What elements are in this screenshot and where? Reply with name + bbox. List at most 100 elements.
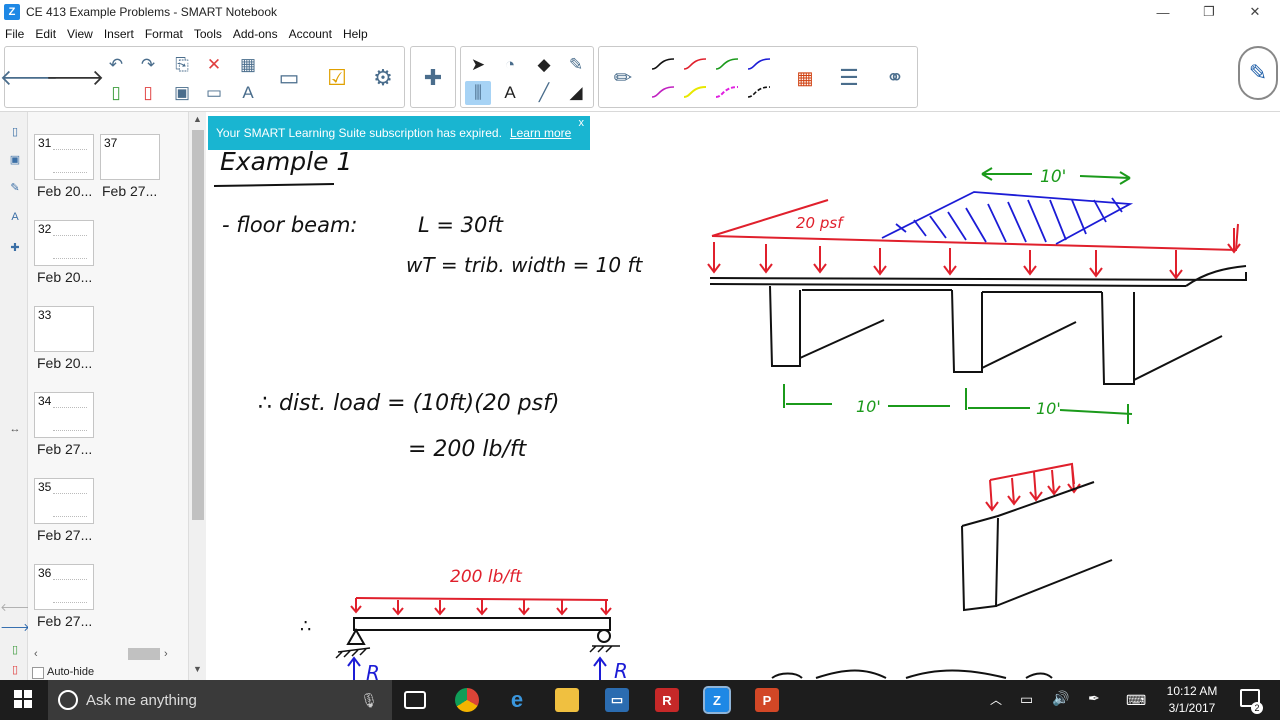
menu-addons[interactable]: Add-ons bbox=[228, 27, 284, 41]
forward-arrow-icon[interactable]: 🡒 bbox=[46, 51, 105, 105]
restore-button[interactable]: ❐ bbox=[1186, 0, 1232, 24]
toolbar-group-pens: ✏ ▦ ☰ ⚭ bbox=[598, 46, 918, 108]
gallery-tab-icon[interactable]: ▣ bbox=[6, 150, 24, 168]
pen-dashed-magenta-icon[interactable] bbox=[715, 85, 739, 99]
page-thumbnail[interactable]: 36 bbox=[34, 564, 94, 610]
scroll-up-icon[interactable]: ▲ bbox=[193, 114, 202, 124]
minimize-button[interactable]: — bbox=[1140, 0, 1186, 24]
notebook-canvas[interactable]: Example 1 - floor beam: L = 30ft wT = tr… bbox=[206, 112, 1280, 680]
pen-mode-icon[interactable]: ✎ bbox=[1238, 46, 1278, 100]
vertical-scrollbar[interactable]: ▲ ▼ bbox=[188, 112, 206, 680]
addons-icon[interactable]: ✚ bbox=[413, 51, 453, 105]
response-icon[interactable]: ☑ bbox=[317, 51, 357, 105]
properties-tab-icon[interactable]: A bbox=[6, 208, 24, 226]
close-button[interactable]: ✕ bbox=[1232, 0, 1278, 24]
screen-shade-icon[interactable]: ▭ bbox=[201, 81, 227, 105]
move-right-icon[interactable]: 🡒 bbox=[0, 618, 30, 636]
page-thumbnail[interactable]: 37 bbox=[100, 134, 160, 180]
line-icon[interactable]: ╱ bbox=[531, 81, 557, 105]
smart-notebook-taskbar-icon[interactable]: Z bbox=[703, 686, 731, 714]
remote-desktop-icon[interactable]: ▭ bbox=[605, 688, 629, 712]
fill-icon[interactable]: ◆ bbox=[531, 53, 557, 77]
pen-icon[interactable]: ✏ bbox=[603, 51, 643, 105]
text-icon[interactable]: A bbox=[497, 81, 523, 105]
pen-black-icon[interactable] bbox=[651, 57, 675, 71]
task-view-icon[interactable] bbox=[404, 691, 426, 709]
delete-icon[interactable]: ✕ bbox=[201, 53, 227, 77]
color-grid-icon[interactable]: ▦ bbox=[785, 51, 825, 105]
shape-icon[interactable]: ◔ bbox=[497, 53, 523, 77]
remove-page-icon[interactable]: ▯ bbox=[135, 81, 161, 105]
table-icon[interactable]: ▦ bbox=[235, 53, 261, 77]
tray-chevron-icon[interactable]: ︿ bbox=[990, 691, 1002, 708]
menu-insert[interactable]: Insert bbox=[99, 27, 140, 41]
menu-edit[interactable]: Edit bbox=[30, 27, 62, 41]
page-thumbnail[interactable]: 34 bbox=[34, 392, 94, 438]
scroll-left-icon[interactable]: ‹ bbox=[34, 648, 38, 660]
menu-account[interactable]: Account bbox=[284, 27, 338, 41]
page-date: Feb 27... bbox=[37, 613, 93, 629]
magic-pen-icon[interactable]: ✎ bbox=[563, 53, 589, 77]
file-explorer-icon[interactable] bbox=[555, 688, 579, 712]
page-sorter-tab-icon[interactable]: ▯ bbox=[6, 122, 24, 140]
menu-file[interactable]: File bbox=[0, 27, 30, 41]
page-thumbnail[interactable]: 32 bbox=[34, 220, 94, 266]
delete-page-side-icon[interactable]: ▯ bbox=[6, 660, 24, 678]
vertical-scroll-thumb[interactable] bbox=[192, 130, 204, 520]
menu-format[interactable]: Format bbox=[140, 27, 189, 41]
windows-start-icon[interactable] bbox=[14, 690, 32, 708]
r-icon[interactable]: R bbox=[655, 688, 679, 712]
back-arrow-icon[interactable]: 🡐 bbox=[0, 51, 59, 105]
chrome-icon[interactable] bbox=[455, 688, 479, 712]
volume-icon[interactable]: 🔊 bbox=[1052, 690, 1069, 707]
paste-icon[interactable]: ⎘ bbox=[169, 53, 195, 77]
pen-blue-icon[interactable] bbox=[747, 57, 771, 71]
system-clock[interactable]: 10:12 AM 3/1/2017 bbox=[1160, 683, 1224, 717]
network-icon[interactable]: ▭ bbox=[1020, 691, 1033, 708]
add-page-icon[interactable]: ▯ bbox=[103, 81, 129, 105]
powerpoint-icon[interactable]: P bbox=[755, 688, 779, 712]
pen-yellow-icon[interactable] bbox=[683, 85, 707, 99]
attachments-tab-icon[interactable]: ✎ bbox=[6, 178, 24, 196]
banner-close-icon[interactable]: x bbox=[579, 117, 585, 129]
page-thumbnail[interactable]: 35 bbox=[34, 478, 94, 524]
subscription-banner: Your SMART Learning Suite subscription h… bbox=[208, 116, 590, 150]
pen-green-icon[interactable] bbox=[715, 57, 739, 71]
pen-magenta-icon[interactable] bbox=[651, 85, 675, 99]
menu-view[interactable]: View bbox=[62, 27, 99, 41]
page-thumbnail[interactable]: 31 bbox=[34, 134, 94, 180]
properties-icon[interactable]: ☰ bbox=[829, 51, 869, 105]
measure-tools-icon[interactable]: ⫼ bbox=[465, 81, 491, 105]
document-camera-icon[interactable]: ▭ bbox=[269, 51, 309, 105]
widgets-icon[interactable]: ⚙ bbox=[363, 51, 403, 105]
eraser-icon[interactable]: ◢ bbox=[563, 81, 589, 105]
search-box[interactable]: Ask me anything 🎙 bbox=[48, 680, 392, 720]
menu-bar: File Edit View Insert Format Tools Add-o… bbox=[0, 24, 1280, 44]
pen-red-icon[interactable] bbox=[683, 57, 707, 71]
keyboard-icon[interactable]: ⌨ bbox=[1126, 692, 1146, 709]
save-icon[interactable]: ▣ bbox=[169, 81, 195, 105]
search-placeholder: Ask me anything bbox=[86, 691, 197, 709]
microphone-icon[interactable]: 🎙 bbox=[360, 692, 378, 709]
scroll-down-icon[interactable]: ▼ bbox=[193, 664, 202, 674]
undo-icon[interactable]: ↶ bbox=[103, 53, 129, 77]
page-thumbnail[interactable]: 33 bbox=[34, 306, 94, 352]
redo-icon[interactable]: ↷ bbox=[135, 53, 161, 77]
horizontal-scroll-thumb[interactable] bbox=[128, 648, 160, 660]
menu-tools[interactable]: Tools bbox=[189, 27, 228, 41]
select-icon[interactable]: ➤ bbox=[465, 53, 491, 77]
pen-dashed-black-icon[interactable] bbox=[747, 85, 771, 99]
auto-hide-checkbox[interactable] bbox=[32, 667, 44, 679]
scroll-right-icon[interactable]: › bbox=[164, 648, 168, 660]
move-left-icon[interactable]: 🡐 bbox=[0, 598, 30, 616]
add-page-side-icon[interactable]: ▯ bbox=[6, 640, 24, 658]
page-number: 32 bbox=[38, 222, 52, 236]
pen-tray-icon[interactable]: ✒ bbox=[1088, 690, 1100, 707]
addons-tab-icon[interactable]: ✚ bbox=[6, 238, 24, 256]
learn-more-link[interactable]: Learn more bbox=[510, 126, 571, 140]
link-icon[interactable]: ⚭ bbox=[875, 51, 915, 105]
edge-icon[interactable]: e bbox=[505, 687, 529, 712]
text-format-icon[interactable]: A bbox=[235, 81, 261, 105]
menu-help[interactable]: Help bbox=[338, 27, 374, 41]
resize-handle-icon[interactable]: ↔ bbox=[6, 420, 24, 438]
